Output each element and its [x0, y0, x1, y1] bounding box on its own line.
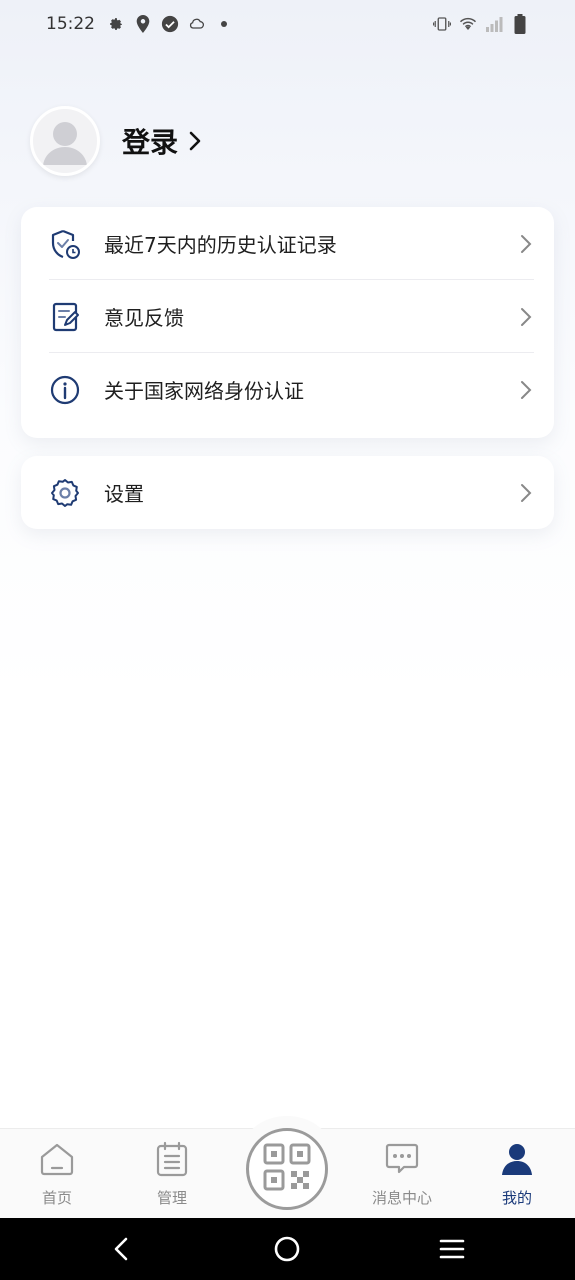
- recents-menu-icon[interactable]: [438, 1235, 466, 1263]
- tab-messages[interactable]: 消息中心: [362, 1141, 442, 1208]
- settings-card: 设置: [21, 456, 554, 529]
- profile-header[interactable]: 登录: [30, 106, 202, 176]
- chat-bubble-icon: [384, 1141, 420, 1181]
- signal-icon: [485, 15, 503, 33]
- status-bar: 15:22: [0, 0, 575, 48]
- chevron-right-icon: [520, 234, 532, 254]
- user-icon: [499, 1141, 535, 1181]
- wifi-icon: [459, 15, 477, 33]
- home-icon: [39, 1141, 75, 1181]
- vibrate-icon: [433, 15, 451, 33]
- status-time: 15:22: [46, 14, 95, 34]
- menu-card: 最近7天内的历史认证记录 意见反馈 关于国家网络身份认证: [21, 207, 554, 438]
- shield-check-clock-icon: [49, 228, 81, 260]
- chevron-right-icon: [520, 307, 532, 327]
- home-circle-icon[interactable]: [273, 1235, 301, 1263]
- tab-label: 首页: [41, 1189, 72, 1207]
- dot-icon: [215, 15, 233, 33]
- default-user-icon: [43, 122, 87, 165]
- check-circle-icon: [161, 15, 179, 33]
- info-circle-icon: [49, 374, 81, 406]
- location-pin-icon: [134, 15, 152, 33]
- tab-label: 消息中心: [371, 1189, 432, 1207]
- tab-mine[interactable]: 我的: [477, 1141, 557, 1208]
- system-nav-bar: [0, 1218, 575, 1280]
- menu-item-label: 最近7天内的历史认证记录: [104, 233, 337, 257]
- tab-home[interactable]: 首页: [17, 1141, 97, 1208]
- chevron-right-icon: [520, 380, 532, 400]
- menu-item-label: 意见反馈: [104, 306, 184, 330]
- chevron-right-icon: [188, 130, 202, 152]
- feedback-edit-icon: [49, 301, 81, 333]
- settings-gear-icon: [49, 477, 81, 509]
- chevron-right-icon: [520, 483, 532, 503]
- back-icon[interactable]: [108, 1235, 136, 1263]
- login-link[interactable]: 登录: [122, 121, 178, 161]
- menu-item-settings[interactable]: 设置: [21, 456, 554, 529]
- qr-code-icon: [262, 1142, 312, 1196]
- menu-item-about[interactable]: 关于国家网络身份认证: [21, 353, 554, 426]
- battery-icon: [511, 14, 529, 34]
- avatar[interactable]: [30, 106, 100, 176]
- gear-icon: [107, 15, 125, 33]
- cloud-icon: [188, 15, 206, 33]
- scan-qr-button[interactable]: [246, 1128, 328, 1210]
- menu-item-label: 关于国家网络身份认证: [104, 379, 304, 403]
- tab-manage[interactable]: 管理: [132, 1141, 212, 1208]
- menu-item-auth-history[interactable]: 最近7天内的历史认证记录: [21, 207, 554, 280]
- tab-label: 管理: [156, 1189, 187, 1207]
- settings-label: 设置: [104, 482, 144, 506]
- menu-item-feedback[interactable]: 意见反馈: [21, 280, 554, 353]
- tab-label: 我的: [501, 1189, 532, 1207]
- clipboard-list-icon: [154, 1141, 190, 1181]
